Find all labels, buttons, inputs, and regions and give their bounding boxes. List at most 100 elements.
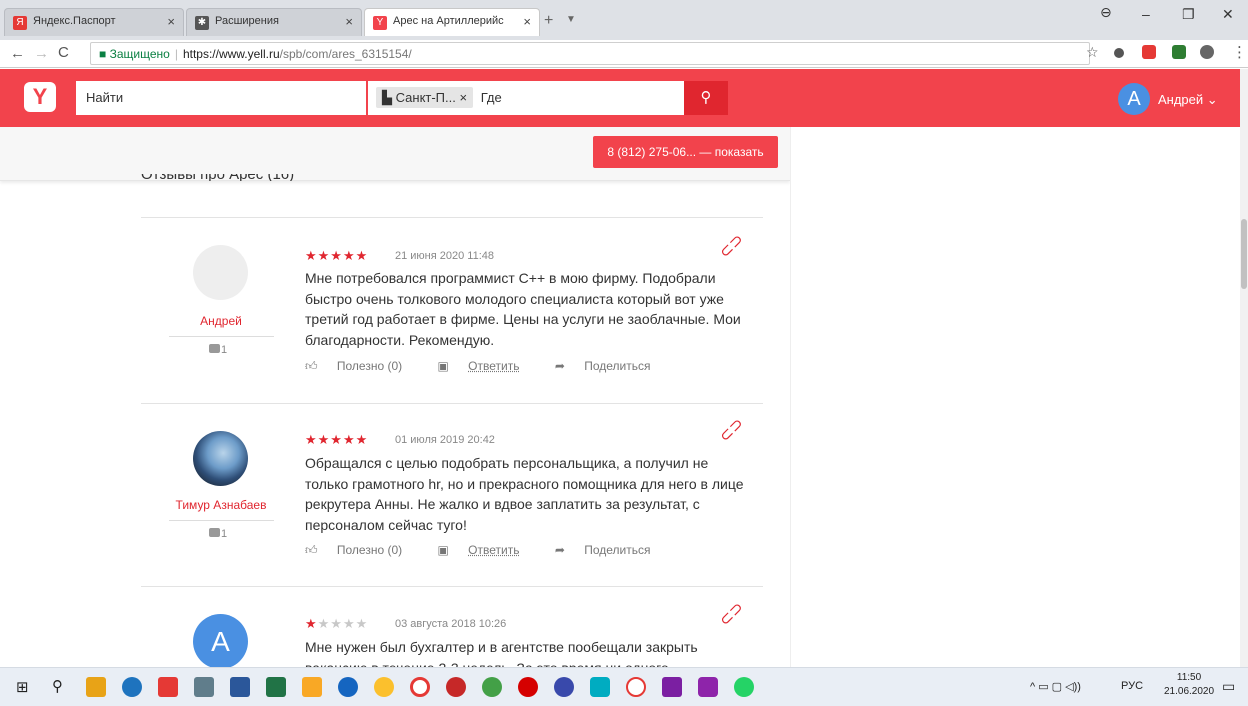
visual-studio-icon[interactable] <box>662 677 682 697</box>
lock-icon: ■ <box>99 47 107 61</box>
extension-flag-icon[interactable] <box>1142 45 1156 59</box>
tab-extensions[interactable]: ✱ Расширения × <box>186 8 362 36</box>
new-tab-icon[interactable]: + <box>544 12 553 30</box>
user-name: Андрей <box>1158 92 1204 107</box>
scrollbar-thumb[interactable] <box>1241 219 1247 289</box>
game-app-icon[interactable] <box>446 677 466 697</box>
company-sticky-bar: 8 (812) 275-06... — показать <box>0 127 790 181</box>
right-sidebar <box>790 127 1240 667</box>
notifications-icon[interactable]: ▭ <box>1222 678 1235 695</box>
share-button[interactable]: ➦ Поделиться <box>555 359 667 373</box>
url-field[interactable]: ■ Защищено | https://www.yell.ru/spb/com/a… <box>90 42 1090 65</box>
city-chip[interactable]: ▙ Санкт-П... × <box>376 87 474 108</box>
yell-logo[interactable]: Y <box>24 82 56 112</box>
extension-chat-icon[interactable] <box>1114 48 1124 58</box>
word-icon[interactable] <box>230 677 250 697</box>
browser-tab-bar: Я Яндекс.Паспорт × ✱ Расширения × Y Арес… <box>0 0 1248 40</box>
windows-start-icon[interactable]: ⊞ <box>16 678 29 696</box>
rating-stars: ★★★★★ <box>305 248 369 263</box>
review-author[interactable]: Тимур Азнабаев <box>141 498 301 512</box>
useful-button[interactable]: 👍︎ Полезно (0) <box>305 359 418 373</box>
yandex-icon: Я <box>13 16 27 30</box>
clock-date: 21.06.2020 <box>1164 686 1215 697</box>
whatsapp-icon[interactable] <box>734 677 754 697</box>
reply-button[interactable]: ▣ Ответить <box>437 543 535 557</box>
show-phone-button[interactable]: 8 (812) 275-06... — показать <box>593 136 778 168</box>
m-app-icon[interactable] <box>554 677 574 697</box>
review-date: 03 августа 2018 10:26 <box>395 618 507 630</box>
reload-icon[interactable]: C <box>58 44 69 61</box>
cube-app-icon[interactable] <box>590 677 610 697</box>
chrome-icon[interactable] <box>482 677 502 697</box>
search-icon: ⚲ <box>700 89 712 106</box>
restore-icon[interactable]: ❐ <box>1182 6 1195 23</box>
edge-icon[interactable] <box>122 677 142 697</box>
link-icon[interactable]: ⊂⊃ <box>715 597 748 630</box>
tray-icons[interactable]: ^ ▭ ▢ ◁)) <box>1030 680 1081 693</box>
avatar[interactable] <box>193 245 248 300</box>
review-actions: 👍︎ Полезно (0) ▣ Ответить ➦ Поделиться <box>305 359 682 374</box>
comment-icon <box>209 344 220 353</box>
bookmark-star-icon[interactable]: ☆ <box>1086 44 1099 61</box>
file-manager-icon[interactable] <box>302 677 322 697</box>
author-review-count: 1 <box>209 344 227 356</box>
reply-button[interactable]: ▣ Ответить <box>437 359 535 373</box>
url-path: /spb/com/ares_6315154/ <box>279 47 412 61</box>
back-icon[interactable]: ← <box>10 45 25 62</box>
language-indicator[interactable]: РУС <box>1121 680 1143 692</box>
wifi-app-icon[interactable] <box>158 677 178 697</box>
avatar[interactable]: А <box>193 614 248 667</box>
review-author[interactable]: Андрей <box>141 314 301 328</box>
notes-app-icon[interactable] <box>194 677 214 697</box>
review-date: 21 июня 2020 11:48 <box>395 250 495 262</box>
minimize-icon[interactable]: – <box>1142 6 1150 22</box>
share-arrow-icon: ➦ <box>554 543 565 557</box>
tab-title: Яндекс.Паспорт <box>33 15 116 27</box>
link-icon[interactable]: ⊂⊃ <box>715 413 748 446</box>
search-button[interactable]: ⚲ <box>684 81 728 115</box>
clock[interactable]: 11:50 21.06.2020 <box>1164 671 1214 699</box>
file-explorer-icon[interactable] <box>86 677 106 697</box>
rating-stars: ★★★★★ <box>305 432 369 447</box>
location-input[interactable]: ▙ Санкт-П... × Где <box>368 81 684 115</box>
tab-menu-icon[interactable]: ▼ <box>566 14 576 25</box>
forward-icon[interactable]: → <box>34 45 49 62</box>
tab-yandex-passport[interactable]: Я Яндекс.Паспорт × <box>4 8 184 36</box>
url-host: https://www.yell.ru <box>182 47 280 61</box>
remove-city-icon[interactable]: × <box>460 90 468 105</box>
page-scrollbar[interactable] <box>1240 69 1248 667</box>
yandex-icon[interactable] <box>626 677 646 697</box>
author-review-count: 1 <box>209 528 227 540</box>
close-window-icon[interactable]: ✕ <box>1222 6 1234 23</box>
puzzle-icon: ✱ <box>195 16 209 30</box>
building-icon: ▙ <box>382 90 392 105</box>
share-button[interactable]: ➦ Поделиться <box>555 543 667 557</box>
teamviewer-icon[interactable] <box>338 677 358 697</box>
search-icon[interactable]: ⚲ <box>52 677 63 695</box>
search-input[interactable]: Найти <box>76 81 366 115</box>
thumbs-up-icon: 👍︎ <box>305 543 318 557</box>
chevron-down-icon: ⌄ <box>1206 92 1218 107</box>
excel-icon[interactable] <box>266 677 286 697</box>
close-tab-icon[interactable]: × <box>523 14 531 29</box>
menu-icon[interactable]: ⋮ <box>1232 43 1247 61</box>
review-actions: 👍︎ Полезно (0) ▣ Ответить ➦ Поделиться <box>305 543 682 558</box>
address-bar: ← → C ■ Защищено | https://www.yell.ru/spb… <box>0 40 1248 68</box>
profile-icon[interactable]: ⊖ <box>1100 4 1112 21</box>
gem-app-icon[interactable] <box>698 677 718 697</box>
clock-time: 11:50 <box>1176 672 1202 683</box>
review-text: Мне нужен был бухгалтер и в агентстве по… <box>305 639 698 667</box>
secure-label: Защищено <box>109 47 170 61</box>
close-tab-icon[interactable]: × <box>167 14 175 29</box>
tab-ares[interactable]: Y Арес на Артиллерийс × <box>364 8 540 36</box>
extension-shield-icon[interactable] <box>1172 45 1186 59</box>
close-tab-icon[interactable]: × <box>345 14 353 29</box>
site-header: Y Найти ▙ Санкт-П... × Где ⚲ А Андрей ⌄ <box>0 69 1240 127</box>
opera-red-icon[interactable] <box>518 677 538 697</box>
useful-button[interactable]: 👍︎ Полезно (0) <box>305 543 418 557</box>
yandex-browser-icon[interactable] <box>374 677 394 697</box>
link-icon[interactable]: ⊂⊃ <box>715 229 748 262</box>
opera-icon[interactable] <box>410 677 430 697</box>
extension-circle-icon[interactable] <box>1200 45 1214 59</box>
avatar[interactable] <box>193 431 248 486</box>
